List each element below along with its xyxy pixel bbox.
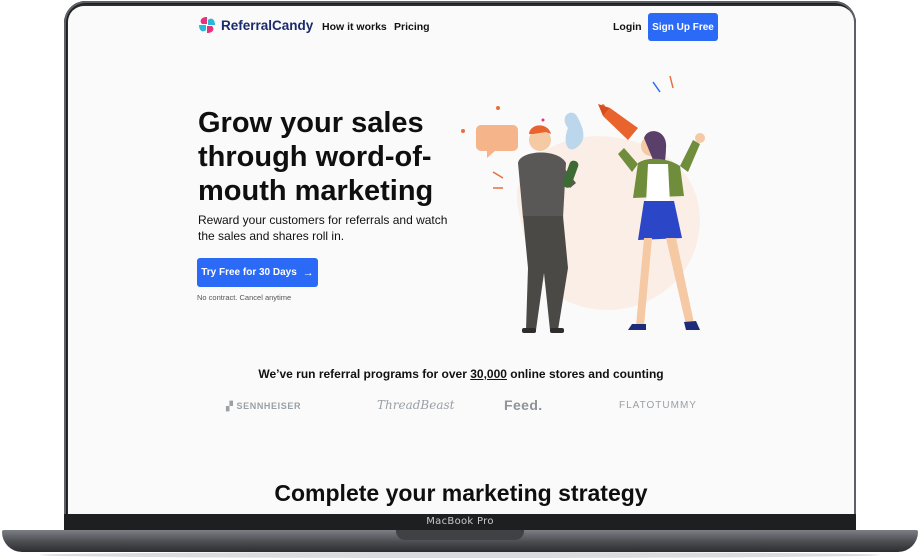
megaphone: [598, 104, 638, 140]
brand-logo-threadbeast: ThreadBeast: [377, 398, 455, 412]
hero-headline: Grow your sales through word-of-mouth ma…: [198, 107, 434, 207]
social-proof-text: We’ve run referral programs for over 30,…: [68, 367, 854, 381]
brand-logo-feed: Feed.: [504, 397, 543, 413]
laptop-notch: [396, 530, 524, 540]
browser-screen: ReferralCandy How it works Pricing Login…: [68, 6, 854, 514]
confetti-dot: [541, 118, 545, 122]
brand-logos: ▞ SENNHEISER ThreadBeast Feed. FLATOTUMMY: [68, 397, 854, 417]
no-contract-note: No contract. Cancel anytime: [197, 293, 292, 302]
social-proof-suffix: online stores and counting: [506, 367, 664, 381]
sign-up-free-button[interactable]: Sign Up Free: [648, 13, 718, 41]
login-link[interactable]: Login: [613, 21, 642, 33]
social-proof-prefix: We’ve run referral programs for over: [258, 367, 471, 381]
arrow-right-icon: →: [302, 266, 314, 279]
stores-count: 30,000: [470, 367, 507, 381]
confetti-line: [652, 81, 661, 93]
confetti-line: [492, 171, 504, 179]
marketing-strategy-heading: Complete your marketing strategy: [274, 480, 648, 506]
brand-logo-flattummy: FLATOTUMMY: [619, 400, 697, 411]
brand-logo-sennheiser: ▞ SENNHEISER: [226, 401, 302, 411]
confetti-dot: [496, 106, 500, 110]
logo[interactable]: ReferralCandy: [197, 15, 313, 35]
hero-subtext: Reward your customers for referrals and …: [198, 213, 448, 243]
laptop-frame: ReferralCandy How it works Pricing Login…: [0, 0, 920, 560]
device-model-label: MacBook Pro: [426, 516, 494, 527]
nav-link-pricing[interactable]: Pricing: [394, 21, 430, 33]
try-free-button[interactable]: Try Free for 30 Days →: [197, 258, 318, 287]
cta-label: Try Free for 30 Days: [201, 267, 297, 278]
confetti-dot: [461, 129, 465, 133]
laptop-shadow: [40, 552, 880, 558]
speech-bubble: [476, 125, 518, 158]
nav-link-how-it-works[interactable]: How it works: [322, 21, 387, 33]
confetti-line: [669, 75, 674, 89]
logo-text: ReferralCandy: [221, 17, 314, 33]
people-celebrating-illustration: [461, 75, 705, 333]
referralcandy-logo-icon: [199, 17, 215, 33]
top-nav: ReferralCandy How it works Pricing Login…: [68, 6, 854, 50]
